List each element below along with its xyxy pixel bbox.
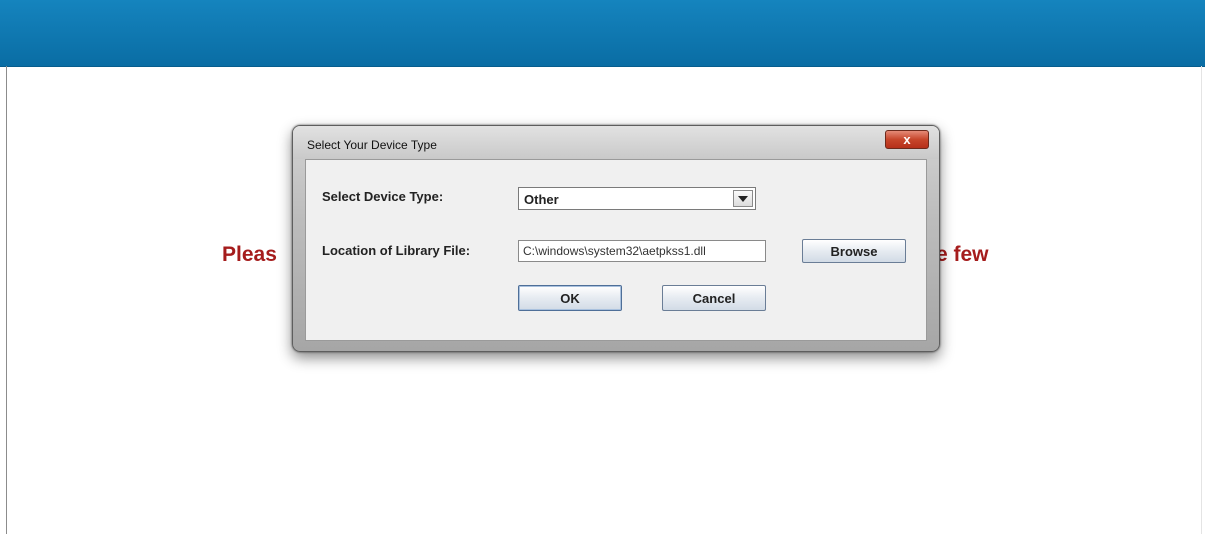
device-type-select[interactable]: Other bbox=[518, 187, 756, 210]
dialog-body: Select Device Type: Other Location of Li… bbox=[305, 159, 927, 341]
dialog-titlebar[interactable]: Select Your Device Type x bbox=[293, 126, 939, 159]
background-message-left: Pleas bbox=[222, 243, 277, 266]
device-type-dialog: Select Your Device Type x Select Device … bbox=[292, 125, 940, 352]
library-path-input[interactable]: C:\windows\system32\aetpkss1.dll bbox=[518, 240, 766, 262]
background-message-right: e few bbox=[936, 243, 989, 266]
close-button[interactable]: x bbox=[885, 130, 929, 149]
device-type-label: Select Device Type: bbox=[322, 189, 444, 204]
ok-button[interactable]: OK bbox=[518, 285, 622, 311]
header-bar bbox=[0, 0, 1205, 67]
browse-button[interactable]: Browse bbox=[802, 239, 906, 263]
dialog-title: Select Your Device Type bbox=[307, 138, 437, 152]
chevron-down-icon bbox=[738, 195, 748, 202]
close-icon: x bbox=[903, 132, 911, 147]
app-window: Pleas e few Select Your Device Type x Se… bbox=[0, 0, 1205, 534]
window-left-border bbox=[6, 66, 7, 534]
device-type-selected-value: Other bbox=[524, 192, 559, 207]
dropdown-button[interactable] bbox=[733, 190, 753, 207]
window-right-border bbox=[1201, 66, 1202, 534]
library-location-label: Location of Library File: bbox=[322, 243, 471, 258]
cancel-button[interactable]: Cancel bbox=[662, 285, 766, 311]
